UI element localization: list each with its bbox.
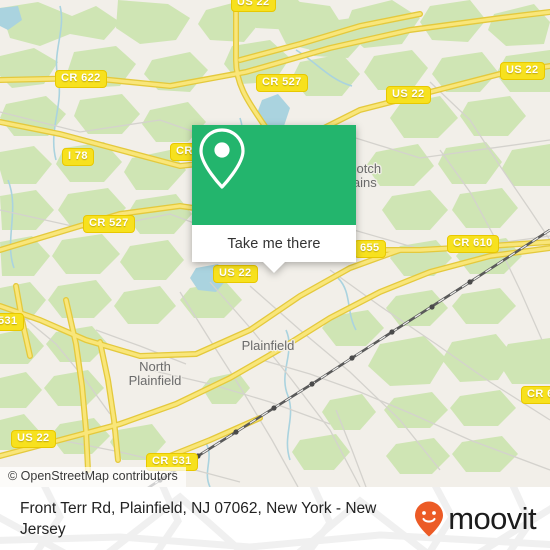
moovit-logo[interactable]: moovit <box>413 500 537 538</box>
map-pin-icon <box>199 128 245 189</box>
shield-us-22-b[interactable]: US 22 <box>500 62 545 80</box>
take-me-there-label: Take me there <box>227 235 321 252</box>
map-screenshot: North Plainfield Plainfield cotch lains … <box>0 0 550 550</box>
shield-i-78[interactable]: I 78 <box>62 148 94 166</box>
map-canvas[interactable]: North Plainfield Plainfield cotch lains … <box>0 0 550 487</box>
moovit-wordmark: moovit <box>448 501 536 536</box>
footer-bar: Front Terr Rd, Plainfield, NJ 07062, New… <box>0 487 550 550</box>
shield-us-22-a[interactable]: US 22 <box>386 86 431 104</box>
shield-531-left[interactable]: 531 <box>0 313 24 331</box>
shield-us-22-mid[interactable]: US 22 <box>213 265 258 283</box>
osm-attribution[interactable]: © OpenStreetMap contributors <box>0 467 186 487</box>
shield-cr-527-left[interactable]: CR 527 <box>83 215 135 233</box>
moovit-pin-smile-icon <box>415 501 444 536</box>
shield-cr-622[interactable]: CR 622 <box>55 70 107 88</box>
popup-card-footer[interactable]: Take me there <box>192 225 356 262</box>
shield-cr-527-top[interactable]: CR 527 <box>256 74 308 92</box>
shield-us-22-low[interactable]: US 22 <box>11 430 56 448</box>
popup-card-header <box>192 125 356 225</box>
shield-top-clipped[interactable]: US 22 <box>231 0 276 12</box>
shield-cr-6-right[interactable]: CR 6 <box>521 386 550 404</box>
popup-card-pointer <box>263 262 285 273</box>
address-text: Front Terr Rd, Plainfield, NJ 07062, New… <box>20 499 377 538</box>
shield-cr-655[interactable]: 655 <box>354 240 386 258</box>
location-popup-card[interactable]: Take me there <box>192 125 356 273</box>
shield-cr-610[interactable]: CR 610 <box>447 235 499 253</box>
footer-content: Front Terr Rd, Plainfield, NJ 07062, New… <box>0 487 550 550</box>
